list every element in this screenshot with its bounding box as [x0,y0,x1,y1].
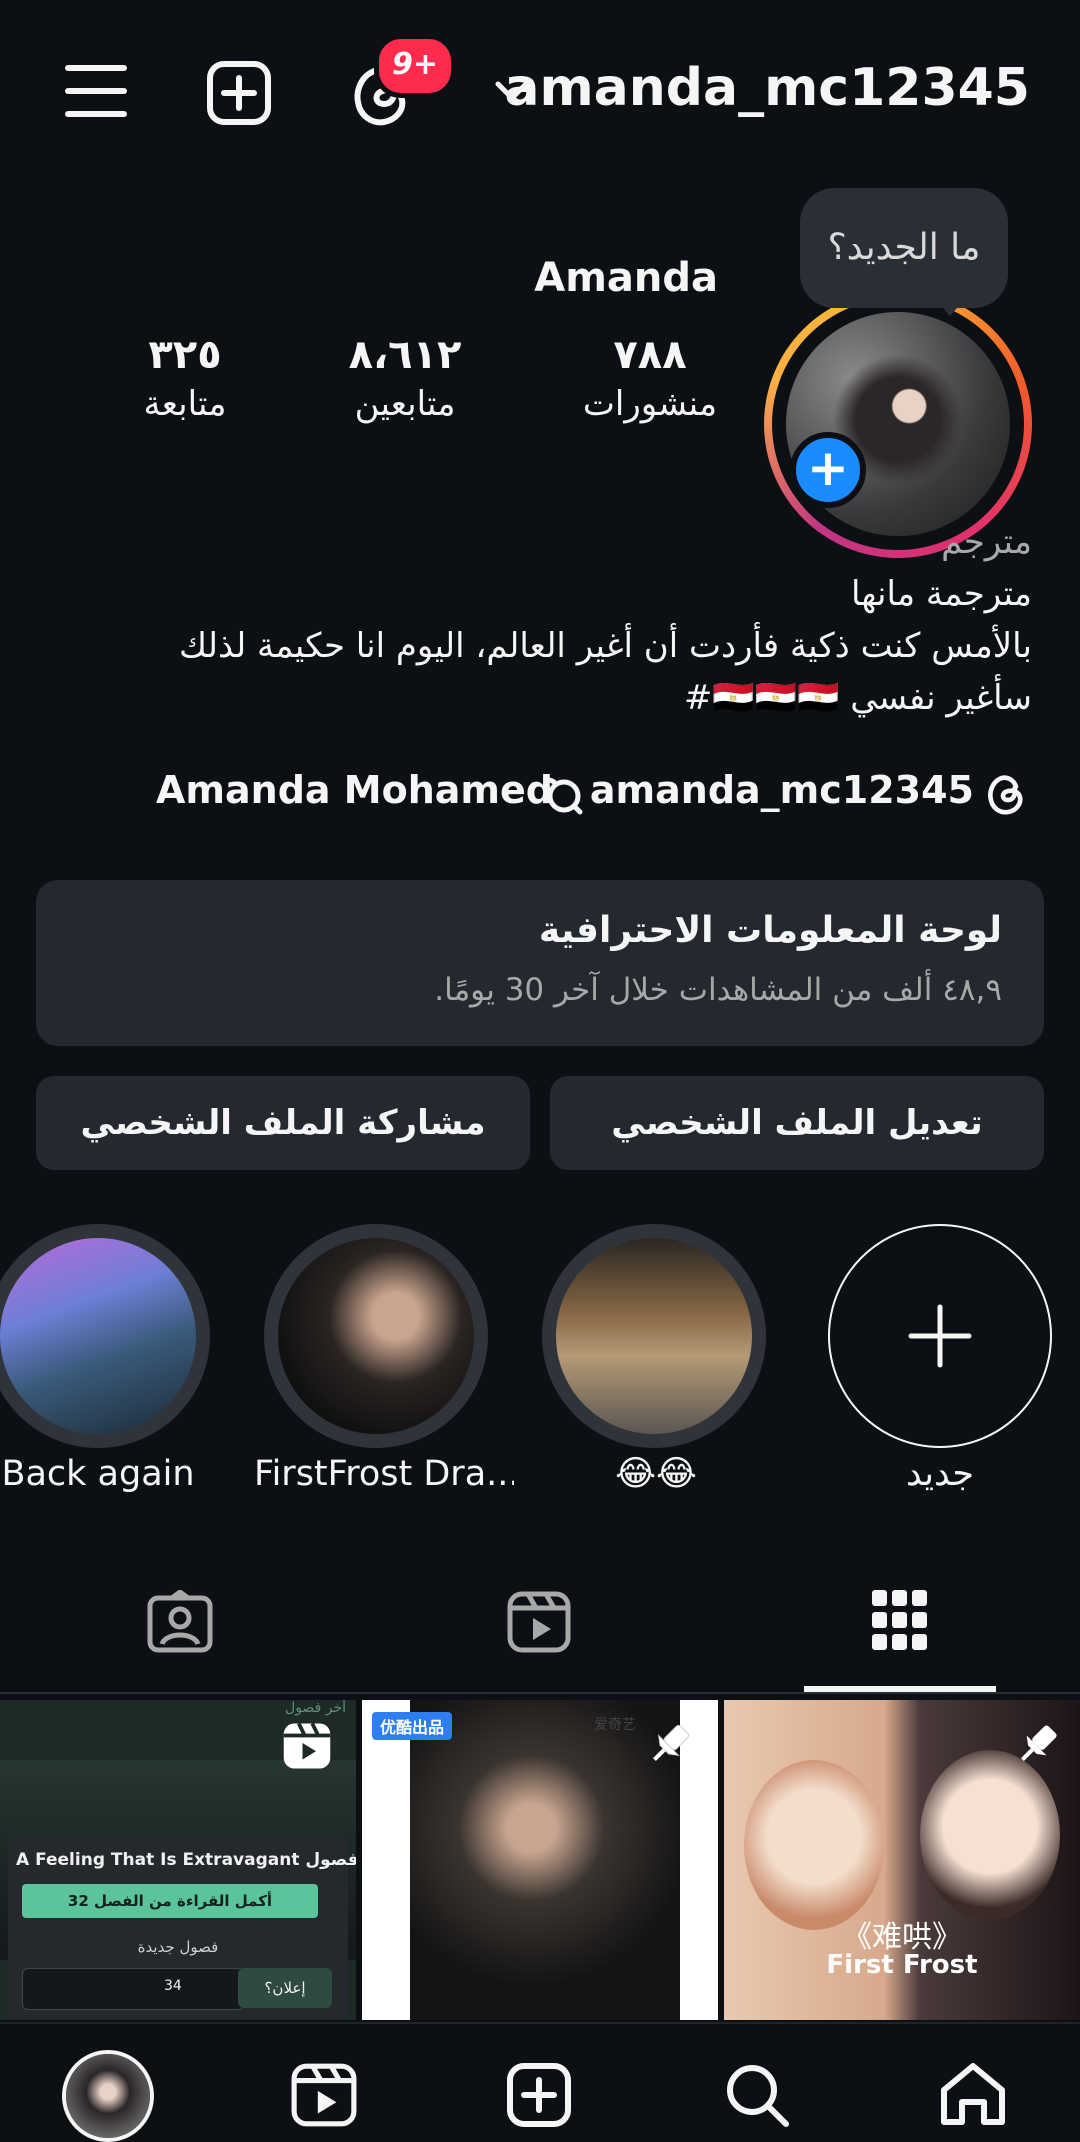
professional-dashboard[interactable]: لوحة المعلومات الاحترافية ٤٨,٩ ألف من ال… [36,880,1044,1046]
tab-tagged[interactable] [146,1590,214,1654]
grid-post-1[interactable]: أخر فصول A Feeling That Is Extravagant أ… [0,1700,356,2020]
followers-count: ٨،٦١٢ [348,332,462,378]
pin-icon [1014,1720,1062,1768]
profile-category: مترجم [941,522,1032,562]
account-username[interactable]: amanda_mc12345 [504,58,1030,118]
create-icon [507,2063,571,2127]
stat-posts[interactable]: ٧٨٨ منشورات [570,332,730,424]
tagged-icon [147,1590,213,1653]
following-label: متابعة [143,384,227,424]
highlight-image [0,1238,196,1434]
nav-search[interactable] [722,2060,792,2130]
plus-icon [908,1304,972,1368]
bio-line-2: بالأمس كنت ذكية فأردت أن أغير العالم، ال… [179,626,1032,666]
grid-post-3[interactable]: 《难哄》 First Frost [724,1700,1080,2020]
share-profile-button[interactable]: مشاركة الملف الشخصي [36,1076,530,1170]
threads-icon [985,772,1027,816]
followers-label: متابعين [354,384,456,424]
highlight-image [556,1238,752,1434]
post-title: A Feeling That Is Extravagant أخر فصول [16,1850,356,1870]
bottom-navigation [0,2022,1080,2142]
notification-badge: 9+ [374,34,456,98]
grid-post-2[interactable]: 优酷出品 爱奇艺 [362,1700,718,2020]
active-tab-indicator [804,1686,996,1692]
bio-line-3: سأغير نفسي 🇪🇬🇪🇬🇪🇬# [683,678,1032,718]
whats-new-tooltip[interactable]: ما الجديد؟ [800,188,1008,308]
continue-reading-button: أكمل القراءة من الفصل 32 [22,1884,318,1918]
home-icon [941,2063,1005,2125]
create-icon[interactable] [206,60,272,126]
edit-profile-button[interactable]: تعديل الملف الشخصي [550,1076,1044,1170]
grid-icon [872,1590,927,1650]
highlight-label: FirstFrost Dra... [254,1454,514,1494]
following-count: ٣٢٥ [148,332,222,378]
nav-profile[interactable] [62,2050,154,2142]
post-logo: 爱奇艺 [594,1717,636,1733]
nav-create[interactable] [506,2062,572,2128]
new-chapters-label: فصول جديدة [137,1938,219,1956]
highlight-label: Back again [1,1454,195,1494]
add-story-button[interactable]: + [790,432,866,508]
dashboard-title: لوحة المعلومات الاحترافية [538,910,1002,951]
new-highlight-button[interactable] [828,1224,1052,1448]
linked-name[interactable]: Amanda Mohamed [156,768,553,812]
tab-grid[interactable] [872,1590,928,1652]
post-tag: 优酷出品 [372,1712,453,1740]
reels-icon [507,1591,571,1653]
posts-label: منشورات [582,384,718,424]
posts-count: ٧٨٨ [613,332,687,378]
display-name: Amanda [534,255,718,301]
highlight-label: جديد [905,1454,975,1494]
threads-link[interactable]: amanda_mc12345 [590,768,974,812]
tab-reels[interactable] [506,1590,572,1654]
stat-following[interactable]: ٣٢٥ متابعة [120,332,250,424]
reels-icon [291,2063,357,2127]
chapter-number: 34 [164,1978,182,1994]
stat-followers[interactable]: ٨،٦١٢ متابعين [330,332,480,424]
ad-label: إعلان؟ [238,1968,332,2008]
nav-reels[interactable] [290,2062,358,2128]
highlight-image [278,1238,474,1434]
post-title-en: First Frost [826,1950,978,1980]
menu-icon[interactable] [64,62,128,120]
nav-home[interactable] [938,2058,1008,2128]
dashboard-subtitle: ٤٨,٩ ألف من المشاهدات خلال آخر 30 يومًا. [434,972,1002,1008]
highlight-label: 😂😂 [615,1454,697,1494]
reel-icon [282,1722,332,1770]
pin-icon [646,1720,694,1768]
bio-line-1: مترجمة مانها [850,574,1032,614]
search-icon [727,2065,789,2127]
post-header-text: أخر فصول [285,1700,346,1716]
avatar [66,2054,150,2138]
